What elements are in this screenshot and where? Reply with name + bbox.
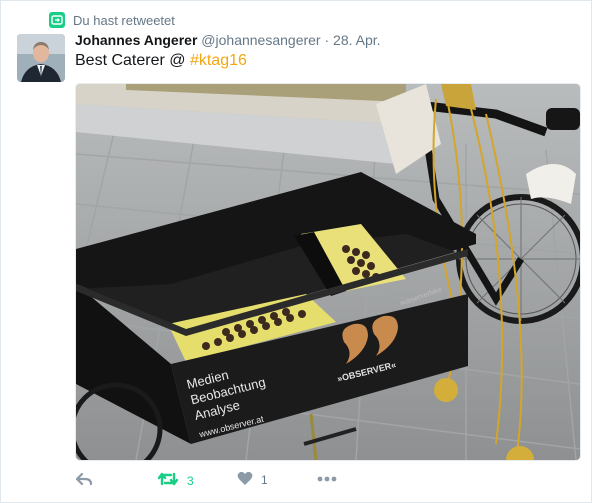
header-separator: · — [324, 32, 330, 48]
heart-icon — [237, 471, 253, 489]
photo-scene: Medien Beobachtung Analyse www.observer.… — [76, 84, 580, 460]
retweet-button[interactable]: 3 — [157, 471, 194, 490]
reply-button[interactable] — [75, 471, 93, 490]
hashtag-link[interactable]: #ktag16 — [190, 52, 247, 69]
more-icon — [317, 471, 337, 485]
retweet-context-icon — [49, 12, 65, 28]
tweet-header: Johannes Angerer @johannesangerer · 28. … — [75, 32, 381, 48]
tweet-date[interactable]: 28. Apr. — [333, 32, 380, 48]
author-handle[interactable]: @johannesangerer — [201, 32, 320, 48]
reply-icon — [75, 471, 93, 490]
tweet-text: Best Caterer @ #ktag16 — [75, 51, 247, 71]
tweet-text-body: Best Caterer @ — [75, 52, 190, 69]
tweet-card: Du hast retweetet Johannes Angerer @joha… — [0, 0, 592, 503]
retweet-count: 3 — [187, 473, 194, 488]
tweet-photo[interactable]: Medien Beobachtung Analyse www.observer.… — [75, 83, 581, 461]
gold-pompom — [434, 378, 458, 402]
avatar[interactable] — [17, 34, 65, 82]
author-name[interactable]: Johannes Angerer — [75, 32, 197, 48]
retweet-icon — [157, 471, 179, 490]
retweet-context-label: Du hast retweetet — [73, 12, 175, 28]
tweet-actions: 3 1 — [75, 471, 375, 491]
like-count: 1 — [261, 473, 268, 487]
more-button[interactable] — [317, 471, 337, 485]
like-button[interactable]: 1 — [237, 471, 268, 489]
retweet-context: Du hast retweetet — [49, 11, 175, 29]
